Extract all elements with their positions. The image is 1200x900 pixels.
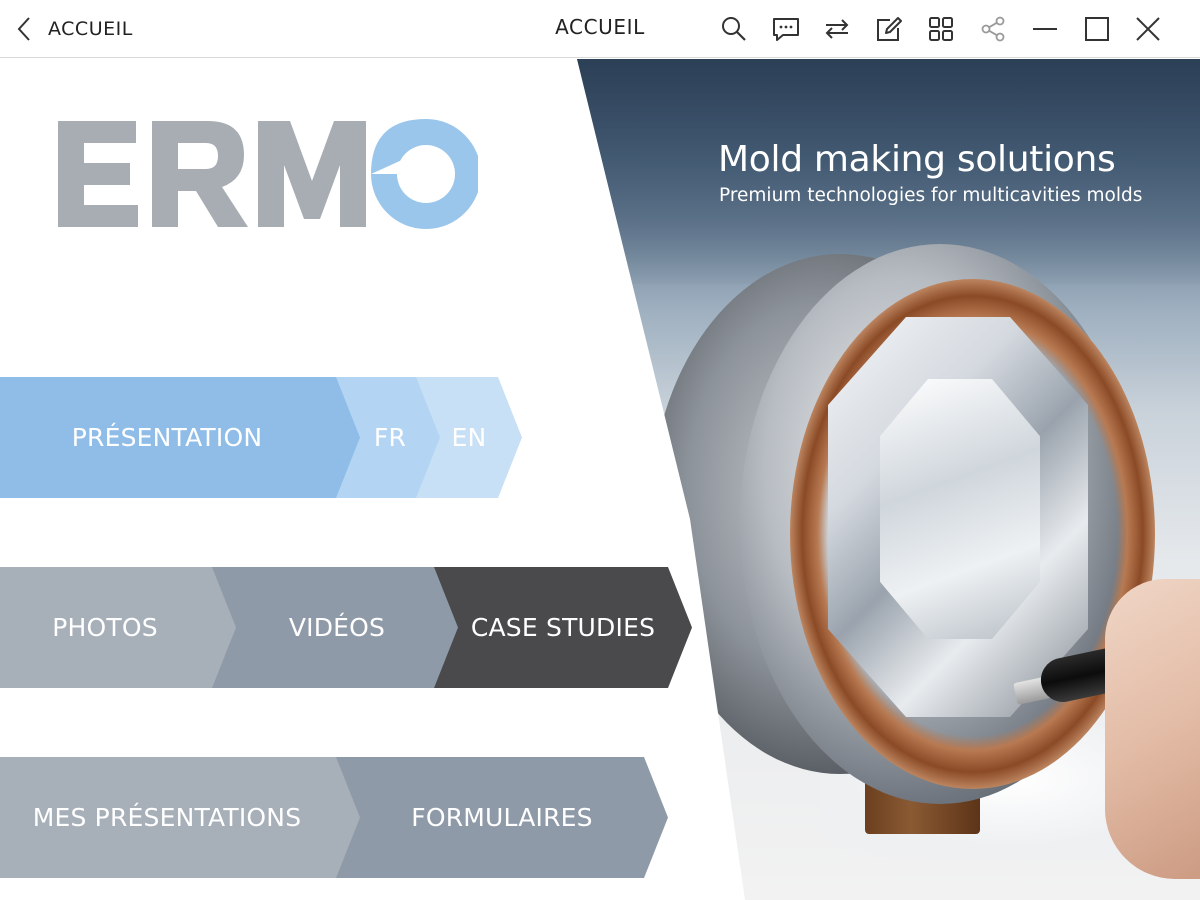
grid-icon <box>929 17 953 41</box>
minimize-button[interactable] <box>1025 9 1065 49</box>
photos-label: PHOTOS <box>52 613 158 642</box>
presentation-label: PRÉSENTATION <box>71 423 263 452</box>
hero-image-hand <box>1105 579 1200 879</box>
videos-button[interactable]: VIDÉOS <box>212 567 462 688</box>
maximize-icon <box>1085 17 1109 41</box>
sync-icon <box>825 19 849 39</box>
search-button[interactable] <box>714 9 754 49</box>
back-button[interactable]: ACCUEIL <box>14 12 133 46</box>
chevron-left-icon <box>17 17 30 41</box>
grid-button[interactable] <box>921 9 961 49</box>
edit-button[interactable] <box>869 9 909 49</box>
search-icon <box>722 17 746 41</box>
comment-icon <box>773 18 799 41</box>
en-label: EN <box>451 423 487 452</box>
hero-subtitle: Premium technologies for multicavities m… <box>719 185 1143 206</box>
close-icon <box>1136 17 1160 41</box>
fr-label: FR <box>373 423 407 452</box>
title-bar: ACCUEIL ACCUEIL <box>0 0 1200 58</box>
presentation-button[interactable]: PRÉSENTATION <box>0 377 364 498</box>
photos-button[interactable]: PHOTOS <box>0 567 240 688</box>
back-label: ACCUEIL <box>48 18 133 40</box>
mes-presentations-button[interactable]: MES PRÉSENTATIONS <box>0 757 364 878</box>
case-studies-label: CASE STUDIES <box>470 613 656 642</box>
case-studies-button[interactable]: CASE STUDIES <box>434 567 692 688</box>
mes-presentations-label: MES PRÉSENTATIONS <box>32 803 302 832</box>
edit-icon <box>877 17 902 41</box>
hero-title: Mold making solutions <box>718 139 1116 180</box>
videos-label: VIDÉOS <box>288 613 386 642</box>
share-icon <box>981 16 1005 42</box>
share-button[interactable] <box>973 9 1013 49</box>
hero-image-octagon-inner <box>880 379 1040 639</box>
ermo-logo <box>58 119 478 229</box>
home-screen: Mold making solutions Premium technologi… <box>0 59 1200 900</box>
page-title: ACCUEIL <box>555 15 645 39</box>
formulaires-label: FORMULAIRES <box>411 803 593 832</box>
maximize-button[interactable] <box>1077 9 1117 49</box>
sync-button[interactable] <box>817 9 857 49</box>
formulaires-button[interactable]: FORMULAIRES <box>336 757 668 878</box>
comment-button[interactable] <box>766 9 806 49</box>
close-button[interactable] <box>1128 9 1168 49</box>
minimize-icon <box>1033 28 1057 30</box>
